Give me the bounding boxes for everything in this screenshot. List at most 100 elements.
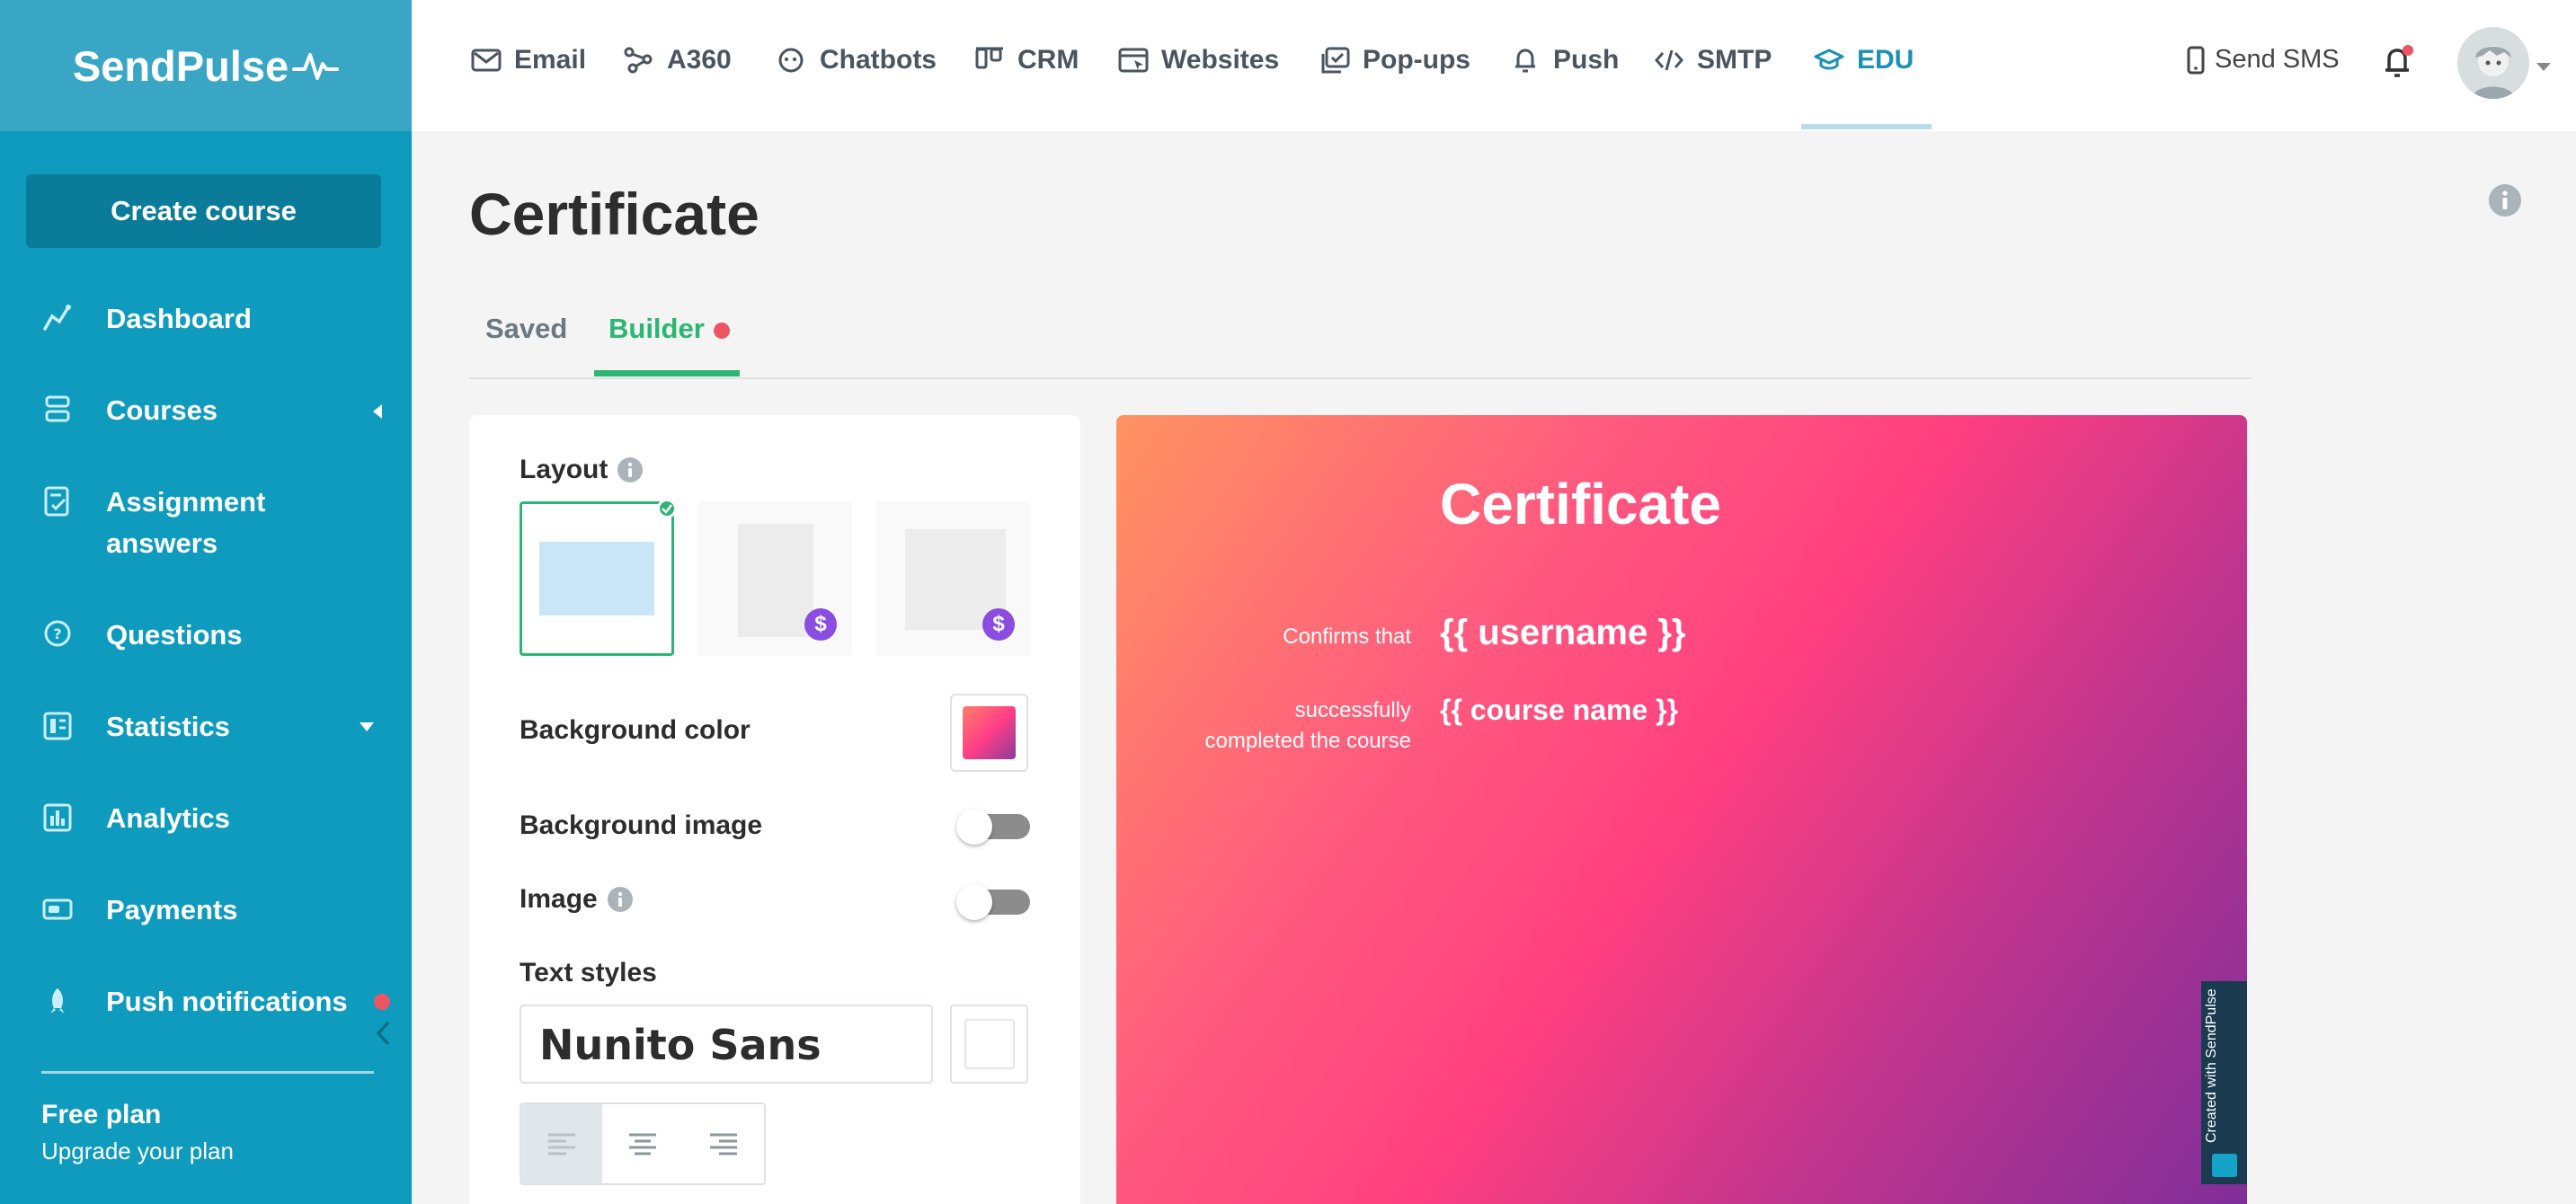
nav-label: Chatbots [820,45,937,75]
chart-line-icon [43,305,71,331]
nav-websites[interactable]: Websites [1118,40,1279,81]
completed-label[interactable]: successfully completed the course [1205,695,1411,757]
nav-edu[interactable]: EDU [1814,40,1914,81]
avatar[interactable] [2457,27,2529,99]
image-label: Image [520,884,634,915]
nav-label: Email [514,45,587,75]
align-right-button[interactable] [683,1104,764,1183]
layout-option-portrait[interactable]: $ [697,501,852,656]
selected-check-icon [657,499,677,518]
layout-preview [539,542,654,615]
sidebar-item-label: Questions [106,619,243,651]
layout-option-square[interactable]: $ [875,501,1030,656]
layout-label: Layout [520,455,644,485]
tabs: Saved Builder [469,297,2252,379]
sidebar-item-label: Analytics [106,802,230,834]
sidebar-item-label: Push notifications [106,986,348,1017]
sidebar-item-label: Assignment answers [106,486,266,559]
brand-name: SendPulse [72,41,289,90]
created-with-badge: Created with SendPulse [2201,981,2247,1184]
send-sms-label: Send SMS [2215,45,2340,74]
background-color-label: Background color [520,715,751,745]
layout-option-landscape[interactable] [520,499,677,656]
text-styles-label: Text styles [520,958,657,987]
nav-chatbots[interactable]: Chatbots [777,40,937,81]
tab-builder[interactable]: Builder [608,313,730,345]
font-selector[interactable]: Nunito Sans [520,1005,933,1084]
graduation-cap-icon [1814,49,1844,70]
active-tab-indicator [594,370,740,376]
sidebar-item-label: Dashboard [106,303,252,334]
sidebar-item-label: Statistics [106,711,230,742]
certificate-title[interactable]: Certificate [1440,471,1721,537]
completed-label-line: completed the course [1204,729,1411,753]
bell-icon [1515,49,1535,73]
tab-label: Saved [485,313,568,344]
nav-label: CRM [1017,45,1079,75]
image-toggle[interactable] [956,884,1030,920]
chat-icon [778,48,804,73]
background-image-toggle[interactable] [956,809,1030,845]
sidebar-item-label: Payments [106,894,238,925]
align-right-icon [710,1133,737,1155]
upgrade-plan-link[interactable]: Upgrade your plan [41,1138,234,1165]
nav-label: Push [1553,45,1620,75]
info-icon[interactable] [617,456,644,483]
completed-label-line: successfully [1294,698,1411,722]
image-label-text: Image [520,884,598,914]
background-color-picker[interactable] [950,694,1028,772]
nav-push[interactable]: Push [1510,40,1619,81]
align-center-icon [629,1133,656,1155]
notification-dot [374,994,390,1010]
color-swatch [964,1019,1015,1069]
nav-popups[interactable]: Pop-ups [1319,40,1470,81]
brand-logo[interactable]: SendPulse [0,0,412,131]
kanban-icon [975,47,1003,69]
plan-info[interactable]: Free plan Upgrade your plan [41,1100,234,1165]
svg-text:?: ? [53,625,61,642]
username-placeholder[interactable]: {{ username }} [1440,613,1685,653]
align-left-button[interactable] [521,1104,602,1183]
stack-icon [45,395,70,422]
popup-icon [1321,47,1350,74]
text-color-picker[interactable] [950,1005,1028,1084]
confirms-label[interactable]: Confirms that [1283,622,1411,652]
bar-chart-icon [43,803,72,832]
nav-smtp[interactable]: SMTP [1654,40,1772,81]
paid-feature-icon: $ [804,608,837,641]
collapse-sidebar-icon[interactable] [372,1020,394,1047]
window-cursor-icon [1118,48,1149,73]
nav-email[interactable]: Email [471,40,586,81]
rocket-icon [50,988,65,1014]
info-icon[interactable] [2488,183,2522,217]
nav-crm[interactable]: CRM [974,40,1079,81]
course-name-placeholder[interactable]: {{ course name }} [1440,694,1678,727]
code-icon [1655,49,1683,71]
certificate-preview[interactable]: Certificate Confirms that {{ username }}… [1116,415,2247,1204]
nav-a360[interactable]: A360 [624,40,732,81]
tab-saved[interactable]: Saved [485,313,567,345]
text-align-group [520,1102,766,1185]
create-course-button[interactable]: Create course [26,174,381,248]
sidebar-item-label: Courses [106,394,218,426]
nav-label: Pop-ups [1363,45,1470,75]
align-center-button[interactable] [602,1104,683,1183]
tab-label: Builder [608,313,705,344]
stats-panel-icon [43,712,72,740]
chevron-down-icon[interactable] [2536,63,2551,71]
send-sms-button[interactable]: Send SMS [2186,45,2340,75]
nodes-icon [624,47,653,74]
layout-preview [738,524,813,637]
plan-title: Free plan [41,1100,162,1129]
unsaved-dot [713,322,730,339]
notifications-bell-icon[interactable] [2380,43,2416,83]
builder-panel: Layout $ $ Background color Background i… [469,415,1080,1204]
background-image-label: Background image [520,810,763,840]
sidebar: SendPulse Create course Dashboard Course… [0,0,412,1204]
nav-label: SMTP [1697,45,1772,75]
align-left-icon [548,1133,575,1155]
info-icon[interactable] [607,886,634,913]
checklist-icon [44,486,69,517]
paid-feature-icon: $ [982,608,1015,641]
nav-label: EDU [1857,45,1914,75]
